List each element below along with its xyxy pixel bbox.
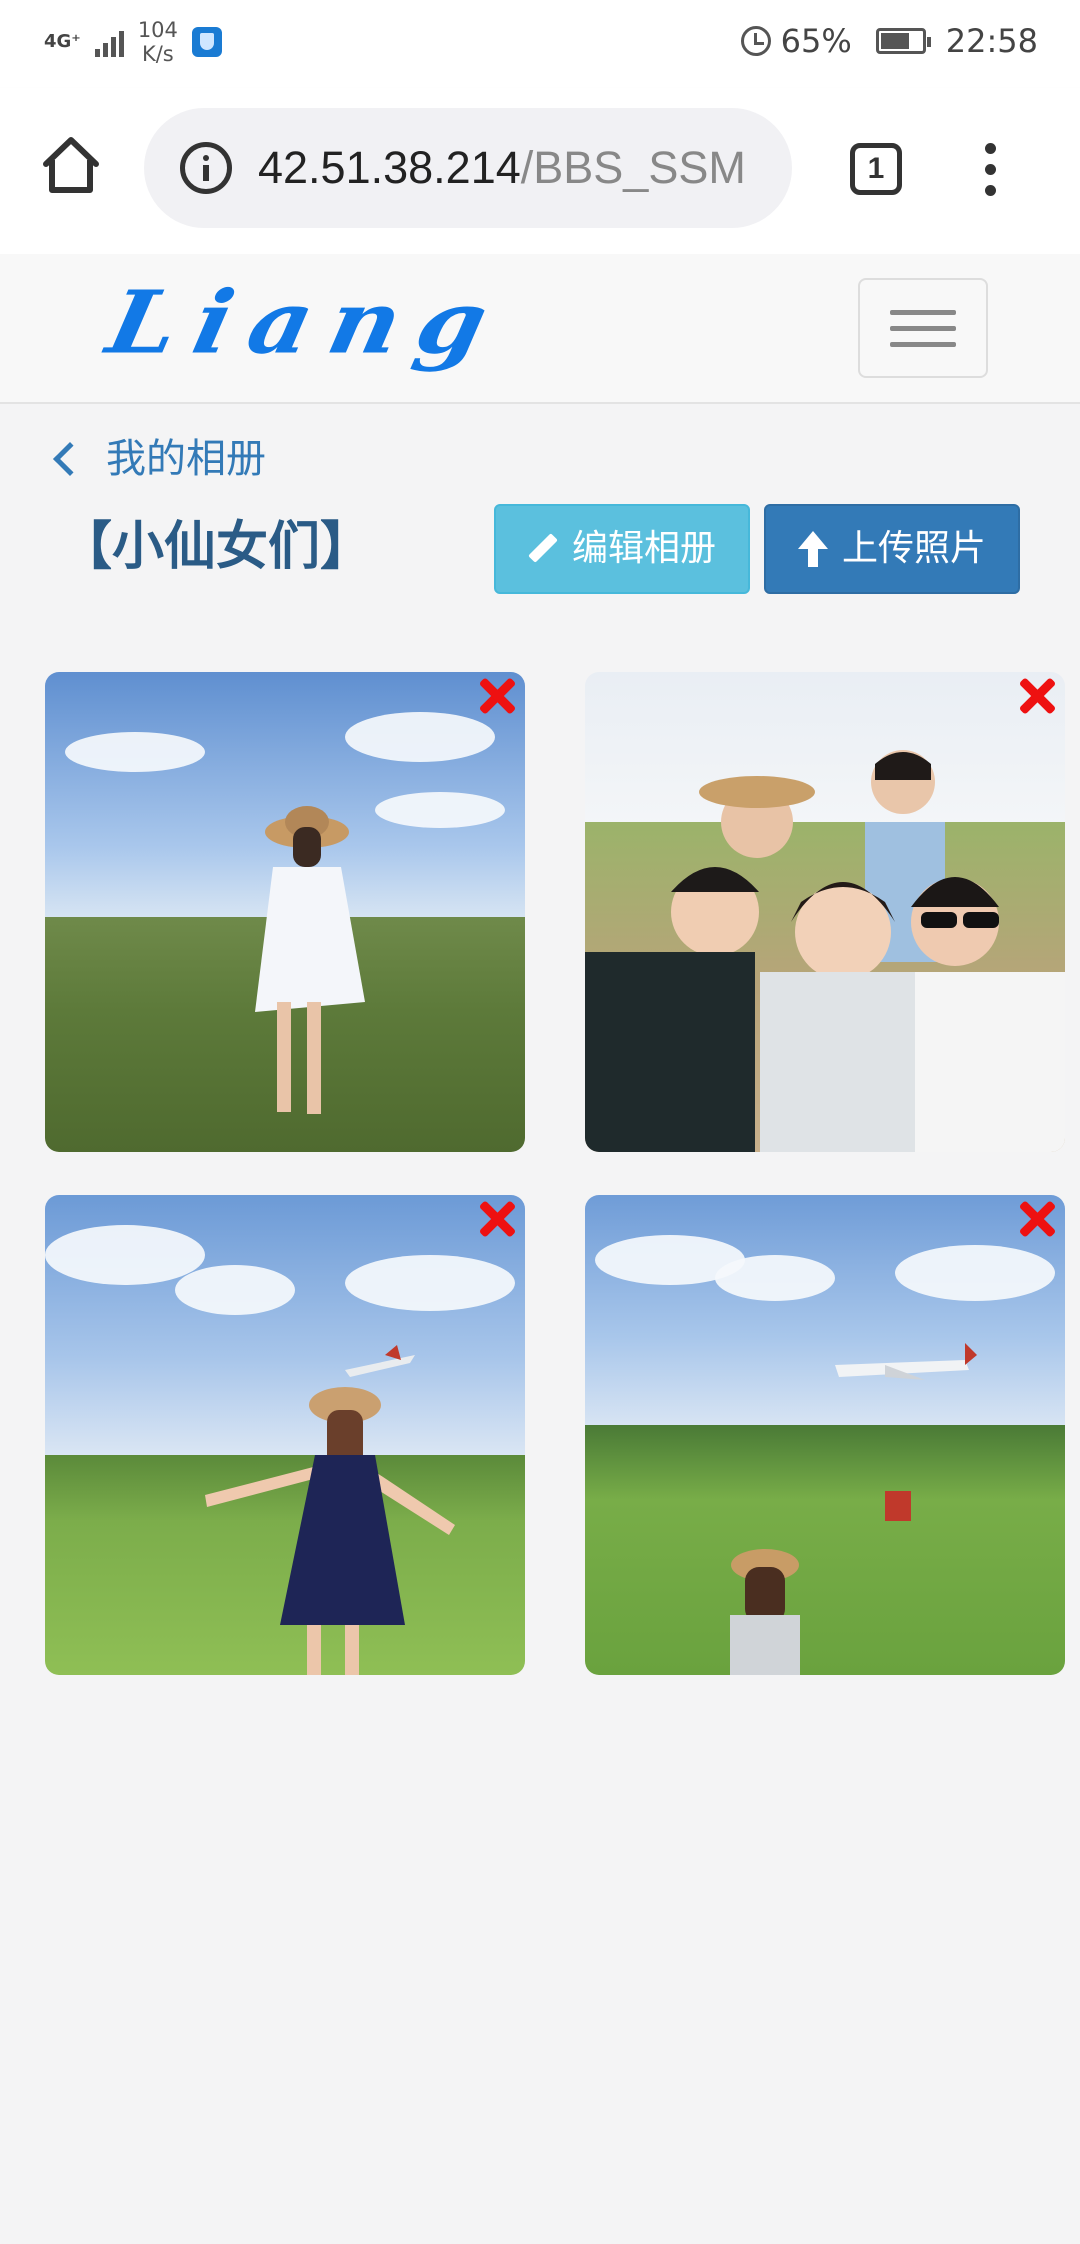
- more-menu-icon[interactable]: [982, 143, 998, 197]
- address-bar[interactable]: 42.51.38.214/BBS_SSM: [144, 108, 792, 228]
- edit-album-label: 编辑相册: [571, 528, 716, 569]
- photo-card[interactable]: [45, 1195, 525, 1675]
- info-icon[interactable]: [180, 142, 232, 194]
- photo-image: [255, 806, 365, 1114]
- photo-image: [730, 1343, 977, 1675]
- logo-text: Liang: [99, 271, 514, 374]
- status-bar: 4G⁺ 104 K/s 65% 22:58: [0, 0, 1080, 88]
- pencil-icon: [528, 534, 558, 564]
- shield-icon: [191, 27, 222, 57]
- status-left: 4G⁺ 104 K/s: [44, 18, 222, 66]
- photo-card[interactable]: [585, 672, 1065, 1152]
- url-host: 42.51.38.214: [258, 142, 521, 193]
- site-logo[interactable]: Liang: [99, 268, 670, 378]
- battery-icon: [875, 28, 931, 54]
- network-speed: 104 K/s: [138, 18, 178, 66]
- photo-card[interactable]: [585, 1195, 1065, 1675]
- back-link[interactable]: 我的相册: [48, 432, 266, 486]
- delete-photo-icon[interactable]: [1017, 676, 1057, 716]
- browser-toolbar: 42.51.38.214/BBS_SSM 1: [0, 88, 1080, 254]
- battery-percent: 65%: [780, 22, 852, 60]
- chevron-left-icon: [53, 442, 87, 476]
- photo-image: [205, 1345, 455, 1675]
- alarm-icon: [740, 26, 771, 56]
- speed-value: 104: [137, 18, 178, 42]
- site-navbar: Liang: [0, 254, 1080, 404]
- hamburger-menu-button[interactable]: [858, 278, 988, 378]
- status-right: 65% 22:58: [740, 22, 1038, 60]
- url-text[interactable]: 42.51.38.214/BBS_SSM: [258, 138, 746, 198]
- photo-card[interactable]: [45, 672, 525, 1152]
- clock: 22:58: [945, 22, 1038, 60]
- upload-photo-button[interactable]: 上传照片: [764, 504, 1020, 594]
- delete-photo-icon[interactable]: [1017, 1199, 1057, 1239]
- delete-photo-icon[interactable]: [477, 676, 517, 716]
- upload-arrow-icon: [797, 531, 828, 567]
- signal-icon: [94, 27, 124, 57]
- speed-unit: K/s: [141, 42, 174, 66]
- home-icon[interactable]: [40, 134, 102, 196]
- photo-image: [585, 750, 1065, 1152]
- delete-photo-icon[interactable]: [477, 1199, 517, 1239]
- album-title: 【小仙女们】: [60, 517, 373, 577]
- url-path: /BBS_SSM: [520, 142, 746, 193]
- network-type: 4G⁺: [44, 31, 81, 52]
- edit-album-button[interactable]: 编辑相册: [494, 504, 750, 594]
- upload-photo-label: 上传照片: [841, 528, 986, 569]
- tab-switcher-button[interactable]: 1: [850, 143, 902, 195]
- back-link-label: 我的相册: [106, 436, 266, 482]
